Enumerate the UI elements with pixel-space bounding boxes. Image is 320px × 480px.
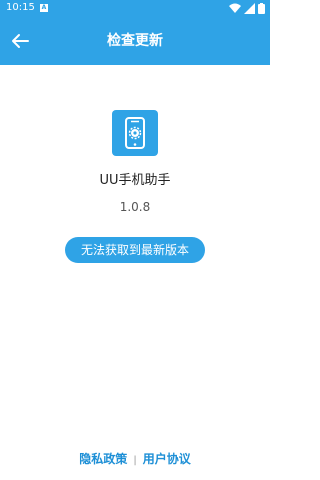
status-bar: 10:15 A: [0, 0, 270, 17]
page-title: 检查更新: [107, 33, 163, 49]
status-time: 10:15: [6, 2, 35, 13]
app-version: 1.0.8: [119, 200, 151, 214]
app-bar: 检查更新: [0, 17, 270, 65]
phone-gear-icon: [125, 117, 145, 149]
check-update-button[interactable]: 无法获取到最新版本: [65, 237, 205, 263]
status-icons: [226, 3, 265, 14]
footer-separator: |: [133, 455, 137, 466]
wifi-icon: [229, 3, 241, 13]
privacy-policy-link[interactable]: 隐私政策: [79, 452, 127, 466]
signal-icon: [244, 3, 255, 14]
user-agreement-link[interactable]: 用户协议: [143, 452, 191, 466]
footer-links: 隐私政策 | 用户协议: [0, 450, 270, 468]
back-button[interactable]: [8, 29, 32, 53]
app-icon: [112, 110, 158, 156]
arrow-left-icon: [12, 34, 29, 48]
app-name: UU手机助手: [99, 173, 171, 188]
battery-icon: [258, 3, 265, 14]
notification-icon: A: [40, 4, 48, 12]
